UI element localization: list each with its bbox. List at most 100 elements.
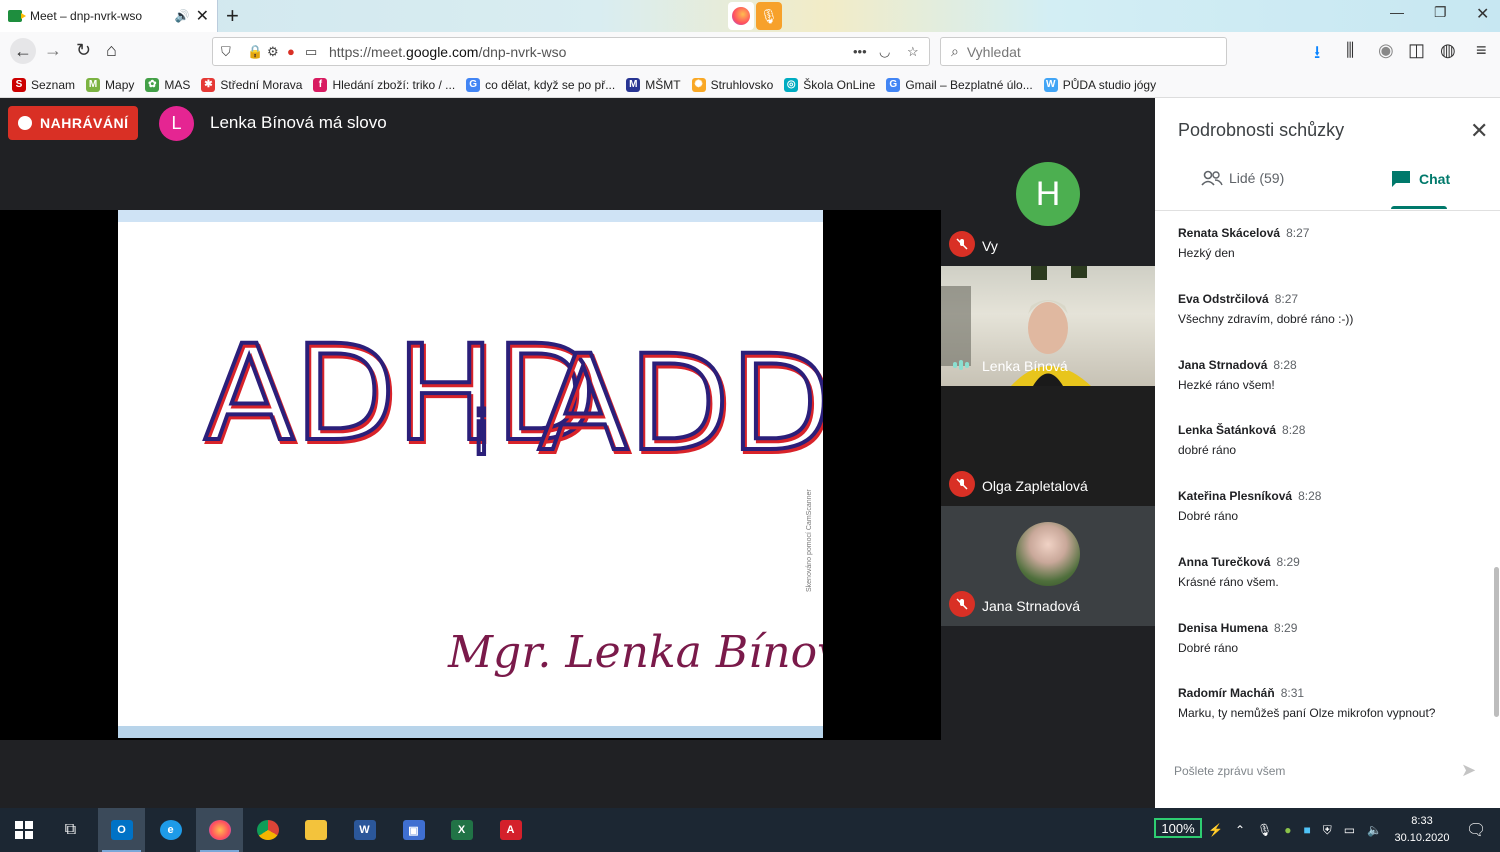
bookmark-item[interactable]: f Hledání zboží: triko / ... [313, 77, 456, 92]
new-tab-icon[interactable]: + [226, 3, 239, 29]
edge-taskbar-icon[interactable]: e [147, 808, 194, 852]
mic-permission-icon[interactable]: ● [287, 44, 295, 59]
lock-icon[interactable]: 🔒 [247, 44, 263, 60]
file-explorer-taskbar-icon[interactable] [292, 808, 339, 852]
bookmark-label: Střední Morava [220, 77, 303, 92]
account-icon[interactable]: ◍ [1440, 40, 1456, 61]
bookmark-favicon-icon: f [313, 77, 328, 92]
navigation-bar: ← → ↻ ⌂ ⛉ 🔒 ⚙ ● ▭ https://meet.google.co… [0, 32, 1500, 72]
bookmark-item[interactable]: ◎ Škola OnLine [784, 77, 876, 92]
participant-name: Vy [982, 238, 998, 254]
home-icon[interactable]: ⌂ [106, 40, 117, 61]
bookmark-label: Mapy [105, 77, 135, 92]
firefox-taskbar-icon[interactable] [196, 808, 243, 852]
microphone-sharing-icon[interactable]: 🎙 [756, 2, 782, 30]
bookmark-star-icon[interactable]: ☆ [907, 44, 919, 60]
firefox-sharing-icon[interactable] [728, 2, 754, 30]
participant-tile-jana[interactable]: Jana Strnadová [941, 506, 1155, 626]
tab-close-icon[interactable]: ✕ [196, 6, 209, 26]
speaking-indicator-icon [953, 360, 969, 370]
tab-meet[interactable]: Meet – dnp-nvrk-wso 🔊 ✕ [0, 0, 218, 32]
bookmark-item[interactable]: ✺ Struhlovsko [691, 77, 773, 92]
bookmark-item[interactable]: M Mapy [86, 77, 135, 92]
outlook-taskbar-icon[interactable]: O [98, 808, 145, 852]
search-placeholder: Vyhledat [966, 43, 1021, 60]
slide-author: Mgr. Lenka Bínová [447, 627, 823, 678]
muted-mic-icon [949, 471, 975, 497]
task-view-icon[interactable]: ⧉ [47, 808, 94, 852]
extension-icon[interactable]: ◉ [1378, 40, 1394, 61]
page-actions-icon[interactable]: ••• [853, 44, 867, 59]
participant-tile-lenka[interactable]: Lenka Bínová [941, 266, 1155, 386]
sidebar-icon[interactable]: ◫ [1408, 40, 1425, 61]
presentation-slide: ADHD ADHD i ADD ADD Mgr. Lenka Bínová Sk… [118, 210, 823, 738]
bookmark-item[interactable]: S Seznam [12, 77, 76, 92]
permissions-icon[interactable]: ⚙ [267, 44, 279, 60]
tray-icons[interactable]: ⚡ ⌃ 🎙 ● ■ ⛨ ▭ 🔈 [1208, 808, 1382, 852]
library-icon[interactable]: ⫼ [1346, 40, 1354, 61]
bookmark-item[interactable]: G Gmail – Bezplatné úlo... [886, 77, 1033, 92]
active-tab-indicator [1391, 206, 1447, 209]
chrome-taskbar-icon[interactable] [244, 808, 291, 852]
save-app-taskbar-icon[interactable]: ▣ [390, 808, 437, 852]
tab-chat[interactable]: Chat [1391, 170, 1450, 188]
bookmark-item[interactable]: ✿ MAS [145, 77, 190, 92]
participant-tile-olga[interactable]: Olga Zapletalová [941, 386, 1155, 506]
excel-taskbar-icon[interactable]: X [438, 808, 485, 852]
screen-share-icon[interactable]: ▭ [305, 44, 317, 60]
chat-message: Jana Strnadová 8:28 Hezké ráno všem! [1178, 358, 1297, 392]
system-clock[interactable]: 8:33 30.10.2020 [1392, 813, 1452, 847]
participant-name: Olga Zapletalová [982, 478, 1088, 494]
active-speaker-text: Lenka Bínová má slovo [210, 113, 387, 132]
meet-stage-area: NAHRÁVÁNÍ L Lenka Bínová má slovo ADHD A… [0, 98, 1155, 808]
downloads-icon[interactable]: ⭳ [1314, 40, 1320, 70]
bookmark-label: Hledání zboží: triko / ... [332, 77, 456, 92]
bookmarks-bar: S Seznam M Mapy ✿ MAS ✱ Střední Morava f Hledání … [0, 72, 1500, 98]
close-window-icon[interactable]: ✕ [1476, 4, 1489, 24]
bookmark-label: Škola OnLine [803, 77, 876, 92]
menu-icon[interactable]: ≡ [1476, 40, 1487, 61]
muted-mic-icon [949, 231, 975, 257]
bookmark-item[interactable]: M MŠMT [626, 77, 681, 92]
forward-icon[interactable]: → [44, 40, 62, 61]
send-icon[interactable]: ➤ [1461, 760, 1476, 781]
notifications-icon[interactable]: 🗨 [1466, 808, 1486, 852]
chat-message: Renata Skácelová 8:27 Hezký den [1178, 226, 1310, 260]
bookmark-favicon-icon: S [12, 77, 26, 92]
tab-people[interactable]: Lidé (59) [1201, 170, 1284, 186]
slide-title-joiner: i [473, 399, 490, 469]
search-bar[interactable]: ⌕ Vyhledat [940, 37, 1227, 66]
bookmark-item[interactable]: W PŮDA studio jógy [1043, 77, 1156, 92]
tab-title: Meet – dnp-nvrk-wso [30, 9, 143, 23]
url-bar[interactable]: ⛉ 🔒 ⚙ ● ▭ https://meet.google.com/dnp-nv… [212, 37, 930, 66]
bookmark-favicon-icon: G [886, 77, 901, 92]
battery-indicator[interactable]: 100% [1154, 818, 1202, 838]
participant-tile-self[interactable]: H Vy [941, 146, 1155, 266]
bookmark-favicon-icon: W [1043, 77, 1058, 92]
shield-icon[interactable]: ⛉ [221, 44, 231, 60]
close-panel-icon[interactable]: ✕ [1470, 118, 1488, 144]
bookmark-item[interactable]: ✱ Střední Morava [201, 77, 303, 92]
start-icon[interactable] [0, 808, 47, 852]
speaker-avatar: L [159, 106, 194, 141]
bookmark-item[interactable]: Gco dělat, když se po př... [466, 77, 615, 92]
reload-icon[interactable]: ↻ [76, 40, 91, 61]
tab-chat-label: Chat [1419, 171, 1451, 187]
bookmark-favicon-icon: ✱ [201, 77, 216, 92]
acrobat-taskbar-icon[interactable]: A [487, 808, 534, 852]
pocket-icon[interactable]: ◡ [879, 44, 890, 60]
bookmark-label: Seznam [31, 77, 76, 92]
chat-scrollbar[interactable] [1492, 212, 1500, 732]
minimize-icon[interactable]: — [1390, 4, 1404, 20]
participant-name: Jana Strnadová [982, 598, 1081, 614]
meet-favicon-icon [8, 10, 26, 22]
tab-people-label: Lidé (59) [1229, 170, 1285, 186]
chat-input[interactable]: Pošlete zprávu všem [1174, 764, 1285, 778]
back-icon[interactable]: ← [10, 38, 36, 64]
word-taskbar-icon[interactable]: W [341, 808, 388, 852]
bookmark-label: MŠMT [645, 77, 681, 92]
tab-audio-icon[interactable]: 🔊 [175, 9, 190, 23]
scrollbar-thumb[interactable] [1494, 567, 1499, 717]
bookmark-favicon-icon: M [86, 77, 101, 92]
restore-icon[interactable]: ❐ [1434, 4, 1447, 21]
